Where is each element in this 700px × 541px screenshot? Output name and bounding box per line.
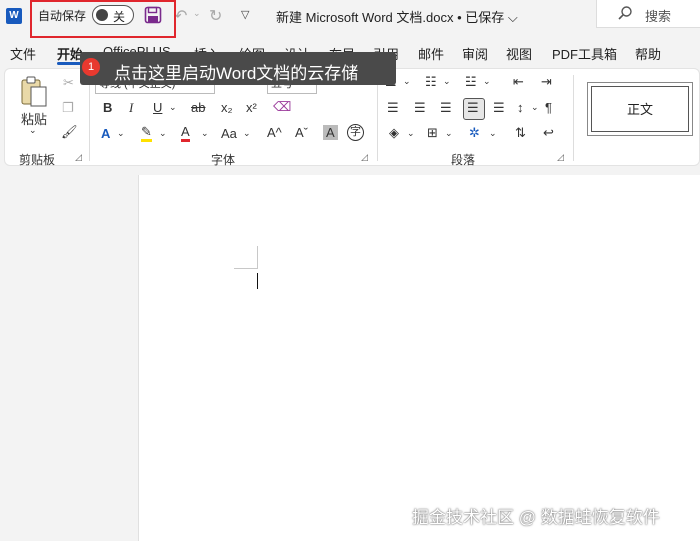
paste-icon[interactable]: [19, 75, 49, 109]
format-painter-icon[interactable]: 🖌: [61, 124, 78, 140]
document-page[interactable]: [138, 175, 700, 541]
tab-view[interactable]: 视图: [506, 44, 532, 63]
copy-icon[interactable]: ❐: [62, 100, 74, 116]
redo-icon[interactable]: ↻: [209, 6, 222, 26]
show-marks-icon[interactable]: ¶: [545, 100, 552, 115]
sort-icon[interactable]: ⇅: [515, 125, 526, 141]
superscript-button[interactable]: x²: [246, 100, 257, 115]
text-effects-button[interactable]: A: [101, 126, 110, 141]
underline-button[interactable]: U: [153, 100, 162, 115]
borders-icon[interactable]: ⊞: [427, 125, 438, 141]
search-placeholder: 搜索: [645, 9, 672, 24]
group-divider: [377, 75, 378, 161]
undo-icon[interactable]: ↶: [174, 6, 187, 26]
paragraph-settings-icon[interactable]: ↩: [543, 125, 554, 141]
margin-mark-horizontal: [234, 268, 258, 269]
search-icon: [618, 6, 632, 20]
search-box[interactable]: 搜索: [596, 0, 700, 28]
font-color-button[interactable]: A: [181, 125, 190, 142]
character-shading-button[interactable]: A: [323, 125, 338, 140]
align-left-icon[interactable]: ☰: [387, 100, 399, 116]
grow-font-button[interactable]: A^: [267, 125, 282, 140]
font-color-dropdown-icon[interactable]: ⌄: [201, 128, 209, 139]
font-group-label: 字体: [211, 153, 236, 167]
asian-layout-icon[interactable]: ✲: [469, 125, 480, 141]
paragraph-group-label: 段落: [451, 153, 476, 167]
distributed-icon[interactable]: ☰: [493, 100, 505, 116]
underline-dropdown-icon[interactable]: ⌄: [169, 102, 177, 113]
bullets-dropdown-icon[interactable]: ⌄: [403, 76, 411, 87]
paragraph-launcher-icon[interactable]: ◿: [557, 152, 564, 163]
style-normal-label: 正文: [591, 86, 689, 132]
group-divider: [573, 75, 574, 161]
clear-formatting-icon[interactable]: ⌫: [273, 99, 291, 115]
paste-dropdown-icon[interactable]: ⌄: [29, 125, 37, 136]
font-launcher-icon[interactable]: ◿: [361, 152, 368, 163]
customize-quick-access-icon[interactable]: ▽: [241, 8, 249, 21]
italic-button[interactable]: I: [129, 100, 133, 116]
justify-icon: ☰: [467, 100, 479, 115]
change-case-button[interactable]: Aa: [221, 126, 237, 141]
multilevel-list-dropdown-icon[interactable]: ⌄: [483, 76, 491, 87]
cut-icon[interactable]: ✂: [63, 75, 74, 91]
bold-button[interactable]: B: [103, 100, 112, 115]
watermark: 掘金技术社区 @ 数据蛙恢复软件: [412, 508, 660, 527]
tab-review[interactable]: 审阅: [462, 44, 488, 63]
style-normal[interactable]: 正文: [587, 82, 693, 136]
subscript-button[interactable]: x₂: [221, 100, 233, 115]
tab-pdf-tools[interactable]: PDF工具箱: [552, 44, 617, 63]
highlight-icon[interactable]: ✎: [141, 125, 152, 142]
tooltip-text: 点击这里启动Word文档的云存储: [114, 64, 359, 83]
undo-dropdown-icon[interactable]: ⌄: [193, 8, 201, 19]
shading-dropdown-icon[interactable]: ⌄: [407, 128, 415, 139]
clipboard-group-label: 剪贴板: [19, 153, 56, 167]
change-case-dropdown-icon[interactable]: ⌄: [243, 128, 251, 139]
group-divider: [89, 75, 90, 161]
align-right-icon[interactable]: ☰: [440, 100, 452, 116]
line-spacing-dropdown-icon[interactable]: ⌄: [531, 102, 539, 113]
tab-mailings[interactable]: 邮件: [418, 44, 444, 63]
tab-help[interactable]: 帮助: [635, 44, 661, 63]
cloud-save-tooltip: 1 点击这里启动Word文档的云存储: [80, 52, 396, 85]
multilevel-list-icon[interactable]: ☳: [465, 74, 477, 90]
strikethrough-button[interactable]: ab: [191, 100, 205, 115]
text-effects-dropdown-icon[interactable]: ⌄: [117, 128, 125, 139]
increase-indent-icon[interactable]: ⇥: [541, 74, 552, 90]
highlight-dropdown-icon[interactable]: ⌄: [159, 128, 167, 139]
shrink-font-button[interactable]: Aˇ: [295, 125, 308, 140]
text-cursor: [257, 273, 258, 289]
document-title[interactable]: 新建 Microsoft Word 文档.docx • 已保存 ⌵: [276, 7, 518, 26]
step-badge: 1: [82, 58, 100, 76]
line-spacing-icon[interactable]: ↕: [517, 100, 524, 115]
asian-layout-dropdown-icon[interactable]: ⌄: [489, 128, 497, 139]
tab-file[interactable]: 文件: [10, 44, 36, 63]
borders-dropdown-icon[interactable]: ⌄: [445, 128, 453, 139]
autosave-highlight-box: [30, 0, 176, 38]
word-logo-icon: W: [6, 8, 22, 24]
margin-mark-vertical: [257, 246, 258, 268]
decrease-indent-icon[interactable]: ⇤: [513, 74, 524, 90]
numbering-dropdown-icon[interactable]: ⌄: [443, 76, 451, 87]
align-center-icon[interactable]: ☰: [414, 100, 426, 116]
numbering-icon[interactable]: ☷: [425, 74, 437, 90]
clipboard-launcher-icon[interactable]: ◿: [75, 152, 82, 163]
enclose-characters-button[interactable]: 字: [347, 124, 364, 141]
shading-icon[interactable]: ◈: [389, 125, 399, 141]
